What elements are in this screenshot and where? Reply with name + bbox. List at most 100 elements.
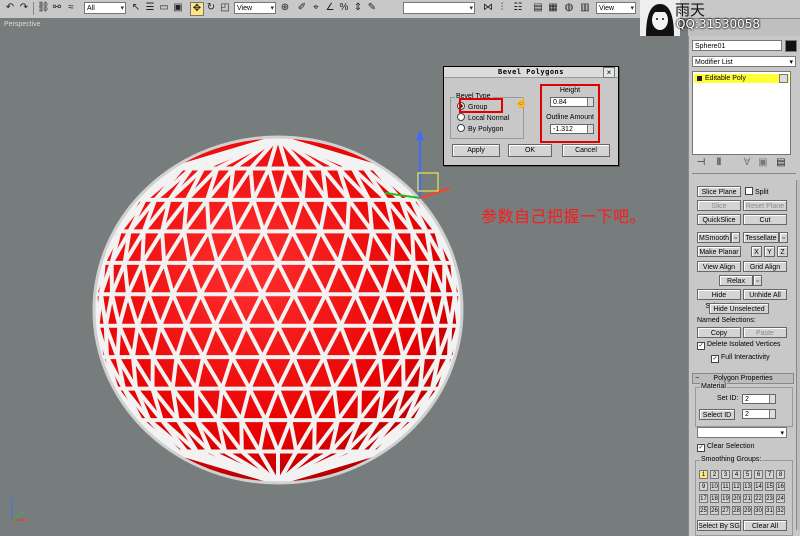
delete-isolated-checkbox[interactable]: ✓ Delete Isolated Vertices: [697, 340, 781, 350]
grid-align-button[interactable]: Grid Align: [743, 261, 787, 272]
relax-settings-icon[interactable]: ▫: [753, 275, 762, 286]
modifier-list-dropdown[interactable]: Modifier List ▾: [692, 56, 796, 67]
window-crossing-icon[interactable]: ▣: [172, 2, 184, 14]
slice-button[interactable]: Slice: [697, 200, 741, 211]
msmooth-button[interactable]: MSmooth: [697, 232, 731, 243]
select-id-button[interactable]: Select ID: [699, 409, 735, 420]
mirror-icon[interactable]: ⋈: [482, 2, 494, 14]
relax-button[interactable]: Relax: [719, 275, 753, 286]
smoothing-group-button[interactable]: 6: [754, 470, 763, 479]
smoothing-group-button[interactable]: 17: [699, 494, 708, 503]
select-object-icon[interactable]: ↖: [130, 2, 142, 14]
smoothing-group-button[interactable]: 16: [776, 482, 785, 491]
hide-unselected-button[interactable]: Hide Unselected: [709, 303, 769, 314]
smoothing-group-button[interactable]: 1: [699, 470, 708, 479]
angle-snap-icon[interactable]: ∠: [324, 2, 336, 14]
smoothing-group-button[interactable]: 11: [721, 482, 730, 491]
smoothing-group-button[interactable]: 31: [765, 506, 774, 515]
percent-snap-icon[interactable]: %: [338, 2, 350, 14]
smoothing-group-button[interactable]: 13: [743, 482, 752, 491]
cancel-button[interactable]: Cancel: [562, 144, 610, 157]
apply-button[interactable]: Apply: [452, 144, 500, 157]
layer-manager-icon[interactable]: ☷: [512, 2, 524, 14]
split-checkbox[interactable]: Split: [745, 187, 769, 197]
paste-button[interactable]: Paste: [743, 327, 787, 338]
smoothing-group-button[interactable]: 25: [699, 506, 708, 515]
quickslice-button[interactable]: QuickSlice: [697, 214, 741, 225]
planar-x-button[interactable]: X: [751, 246, 762, 257]
smoothing-group-button[interactable]: 5: [743, 470, 752, 479]
select-scale-icon[interactable]: ◰: [219, 2, 231, 14]
smoothing-group-button[interactable]: 32: [776, 506, 785, 515]
gizmo-y-axis[interactable]: [384, 192, 421, 199]
spinner-snap-icon[interactable]: ⇕: [352, 2, 364, 14]
smoothing-group-button[interactable]: 27: [721, 506, 730, 515]
radio-by-polygon[interactable]: By Polygon: [457, 124, 503, 134]
smoothing-group-button[interactable]: 18: [710, 494, 719, 503]
tessellate-button[interactable]: Tessellate: [743, 232, 779, 243]
smoothing-group-button[interactable]: 22: [754, 494, 763, 503]
smoothing-group-button[interactable]: 21: [743, 494, 752, 503]
select-by-sg-button[interactable]: Select By SG: [697, 520, 741, 531]
copy-button[interactable]: Copy: [697, 327, 741, 338]
slice-plane-button[interactable]: Slice Plane: [697, 186, 741, 197]
curve-editor-icon[interactable]: ▤: [532, 2, 544, 14]
select-by-name-icon[interactable]: ☰: [144, 2, 156, 14]
bind-spacewarp-icon[interactable]: ≈: [65, 2, 77, 14]
reset-plane-button[interactable]: Reset Plane: [743, 200, 787, 211]
pin-stack-icon[interactable]: ⊣: [695, 157, 707, 169]
snap-toggle-icon[interactable]: ⌖: [310, 2, 322, 14]
select-move-icon[interactable]: ✥: [190, 2, 204, 16]
render-type-dropdown[interactable]: View: [596, 2, 636, 15]
modifier-stack[interactable]: Editable Poly: [692, 71, 791, 155]
smoothing-group-button[interactable]: 2: [710, 470, 719, 479]
reference-coord-dropdown[interactable]: View: [234, 2, 276, 15]
redo-icon[interactable]: ↷: [18, 2, 30, 14]
smoothing-group-button[interactable]: 12: [732, 482, 741, 491]
select-rotate-icon[interactable]: ↻: [205, 2, 217, 14]
selection-filter-dropdown[interactable]: All: [84, 2, 126, 15]
planar-z-button[interactable]: Z: [777, 246, 788, 257]
smoothing-group-button[interactable]: 4: [732, 470, 741, 479]
unlink-icon[interactable]: ⚯: [51, 2, 63, 14]
outline-amount-spinner[interactable]: -1.312: [550, 124, 594, 134]
show-end-result-icon[interactable]: Ⅱ: [713, 157, 725, 169]
align-icon[interactable]: ⫶: [496, 2, 508, 14]
smoothing-group-button[interactable]: 10: [710, 482, 719, 491]
msmooth-settings-icon[interactable]: ▫: [731, 232, 740, 243]
render-scene-icon[interactable]: ▥: [579, 2, 591, 14]
gizmo-x-axis[interactable]: [419, 187, 451, 199]
smoothing-group-button[interactable]: 23: [765, 494, 774, 503]
smoothing-group-button[interactable]: 28: [732, 506, 741, 515]
select-id-spinner[interactable]: 2: [742, 409, 776, 419]
smoothing-group-button[interactable]: 19: [721, 494, 730, 503]
make-planar-button[interactable]: Make Planar: [697, 246, 741, 257]
planar-y-button[interactable]: Y: [764, 246, 775, 257]
tessellate-settings-icon[interactable]: ▫: [779, 232, 788, 243]
unhide-all-button[interactable]: Unhide All: [743, 289, 787, 300]
smoothing-group-button[interactable]: 8: [776, 470, 785, 479]
undo-icon[interactable]: ↶: [4, 2, 16, 14]
remove-modifier-icon[interactable]: ▣: [757, 157, 769, 169]
smoothing-group-button[interactable]: 26: [710, 506, 719, 515]
ok-button[interactable]: OK: [508, 144, 552, 157]
radio-local-normal[interactable]: Local Normal: [457, 113, 509, 123]
full-interactivity-checkbox[interactable]: ✓ Full Interactivity: [711, 353, 770, 363]
stack-toggle-icon[interactable]: [779, 74, 788, 83]
smoothing-group-button[interactable]: 20: [732, 494, 741, 503]
clear-all-button[interactable]: Clear All: [743, 520, 787, 531]
object-color-swatch[interactable]: [785, 40, 797, 52]
pivot-center-icon[interactable]: ⊕: [279, 2, 291, 14]
select-manipulate-icon[interactable]: ✐: [296, 2, 308, 14]
schematic-view-icon[interactable]: ▦: [547, 2, 559, 14]
rect-selection-icon[interactable]: ▭: [158, 2, 170, 14]
dialog-title[interactable]: Bevel Polygons: [444, 67, 618, 78]
smoothing-group-button[interactable]: 15: [765, 482, 774, 491]
smoothing-group-button[interactable]: 14: [754, 482, 763, 491]
set-id-spinner[interactable]: 2: [742, 394, 776, 404]
configure-sets-icon[interactable]: ▤: [775, 157, 787, 169]
panel-scrollbar[interactable]: [796, 180, 800, 530]
smoothing-group-button[interactable]: 24: [776, 494, 785, 503]
stack-item-editable-poly[interactable]: Editable Poly: [694, 74, 789, 83]
smoothing-group-button[interactable]: 3: [721, 470, 730, 479]
